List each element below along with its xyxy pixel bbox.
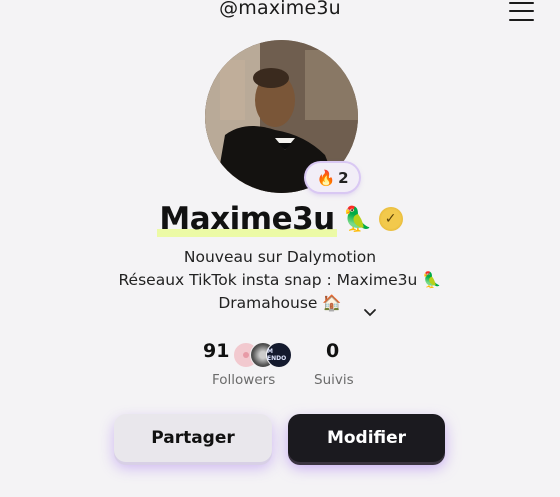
bio-line-1: Nouveau sur Dalymotion [183, 248, 377, 266]
share-button[interactable]: Partager [114, 414, 272, 462]
hamburger-menu-icon[interactable] [507, 0, 535, 24]
verified-badge-icon[interactable]: ✓ [378, 207, 403, 231]
bio-line-3: Dramahouse 🏠 [218, 294, 342, 312]
follower-avatars[interactable]: M ENDO [233, 342, 293, 368]
parrot-icon: 🦜 [342, 205, 373, 233]
profile-stats: 91 M ENDO Followers 0 Suivis [0, 340, 560, 392]
fire-icon: 🔥 [316, 168, 336, 187]
followers-count[interactable]: 91 [203, 340, 229, 362]
top-bar: @maxime3u [0, 0, 560, 26]
name-row: Maxime3u 🦜 ✓ [0, 198, 560, 240]
bio-line-2: Réseaux TikTok insta snap : Maxime3u 🦜 [118, 271, 442, 289]
chevron-down-icon[interactable] [363, 306, 377, 320]
profile-handle: @maxime3u [219, 0, 341, 19]
followers-label[interactable]: Followers [212, 372, 275, 388]
edit-profile-button[interactable]: Modifier [288, 414, 445, 462]
follower-avatar: M ENDO [266, 342, 292, 368]
streak-count: 2 [338, 168, 349, 187]
display-name: Maxime3u [157, 201, 337, 237]
following-label[interactable]: Suivis [314, 372, 354, 388]
following-count[interactable]: 0 [326, 340, 339, 362]
streak-badge[interactable]: 🔥 2 [306, 163, 359, 192]
